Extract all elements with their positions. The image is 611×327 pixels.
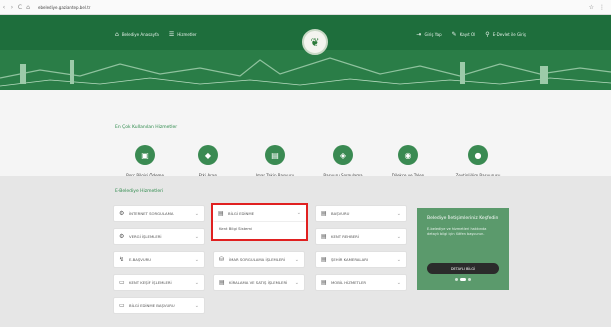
register-link[interactable]: ✎ Kayıt Ol	[452, 31, 476, 38]
promo-title: Belediye İletişimleriniz Keşfedin	[427, 216, 499, 221]
service-dropdown[interactable]: ⚙ VERGİ İŞLEMLERİ ⌄	[113, 228, 205, 245]
pencil-icon: ✎	[451, 30, 457, 38]
menu-icon[interactable]: ⋮	[599, 4, 605, 11]
document-icon: ▤	[321, 256, 327, 263]
home-icon[interactable]: ⌂	[24, 4, 32, 11]
service-dropdown[interactable]: ↯ E-BAŞVURU ⌄	[113, 251, 205, 268]
expanded-service-dropdown[interactable]: ▤ BİLGİ EDİNME ⌄ Kent Bilgi Sistemi	[211, 203, 308, 241]
edevlet-login-link[interactable]: ⚲ E-Devlet ile Giriş	[485, 31, 526, 38]
carousel-dot[interactable]	[468, 278, 471, 281]
chevron-down-icon: ⌄	[396, 210, 401, 217]
service-dropdown-label: VERGİ İŞLEMLERİ	[129, 234, 162, 239]
service-dropdown-label: KİRALAMA VE SATIŞ İŞLEMLERİ	[229, 280, 288, 285]
database-icon: ⛁	[219, 256, 225, 263]
login-icon: ⇥	[416, 30, 422, 38]
reload-icon[interactable]: C	[16, 4, 24, 11]
service-dropdown[interactable]: ▤ ŞEHİR KAMERALARI ⌄	[315, 251, 407, 268]
diamond-icon: ◆	[198, 145, 218, 165]
site-header: ⌂ Belediye Anasayfa ☰ Hizmetler ⇥ Giriş …	[0, 15, 611, 90]
address-bar[interactable]: ebelediye.gaziantep.bel.tr	[38, 5, 589, 10]
service-dropdown[interactable]: ▭ BİLGİ EDİNME BAŞVURU ⌄	[113, 297, 205, 314]
document-icon: ▤	[321, 210, 327, 217]
chevron-down-icon: ⌄	[194, 279, 199, 286]
popular-service-item[interactable]: ▣ Borç Bilgisi Ödeme	[110, 145, 180, 178]
search-icon: ◈	[333, 145, 353, 165]
chevron-down-icon: ⌄	[194, 233, 199, 240]
service-dropdown-label: KENT REHBERİ	[331, 234, 359, 239]
login-link-label: Giriş Yap	[424, 31, 442, 37]
home-link-label: Belediye Anasayfa	[121, 31, 159, 37]
carousel-dot[interactable]	[455, 278, 458, 281]
services-link-label: Hizmetler	[177, 31, 197, 37]
service-dropdown-label: ŞEHİR KAMERALARI	[331, 257, 368, 262]
services-link[interactable]: ☰ Hizmetler	[169, 31, 197, 38]
register-link-label: Kayıt Ol	[459, 31, 476, 37]
chevron-down-icon: ⌄	[194, 256, 199, 263]
skyline-illustration	[0, 50, 611, 90]
olive-icon: ●	[468, 145, 488, 165]
promo-card: Belediye İletişimleriniz Keşfedin E-bele…	[417, 208, 509, 290]
document-icon: ▤	[265, 145, 285, 165]
popular-service-item[interactable]: ◆ Etki Arası	[173, 145, 243, 178]
service-dropdown[interactable]: ⚙ İNTERNET SORGULAMA ⌄	[113, 205, 205, 222]
document-icon: ▤	[321, 233, 327, 240]
ebelediye-services-title: E-Belediye Hizmetleri	[115, 189, 164, 194]
chevron-down-icon: ⌄	[396, 233, 401, 240]
bookmark-icon[interactable]: ☆	[589, 4, 594, 11]
login-link[interactable]: ⇥ Giriş Yap	[416, 31, 441, 38]
service-dropdown[interactable]: ▭ KENT KEŞİF İŞLEMLERİ ⌄	[113, 274, 205, 291]
document-icon: ▤	[219, 279, 225, 286]
chevron-down-icon: ⌄	[296, 210, 301, 216]
folder-icon: ▭	[119, 302, 125, 309]
carousel-dot-active[interactable]	[460, 278, 466, 281]
bolt-icon: ↯	[119, 256, 125, 263]
service-dropdown-label: BAŞVURU	[331, 211, 350, 216]
service-dropdown[interactable]: ▤ KİRALAMA VE SATIŞ İŞLEMLERİ ⌄	[213, 274, 305, 291]
service-dropdown-label: KENT KEŞİF İŞLEMLERİ	[129, 280, 172, 285]
service-dropdown-label: MOBİL HİZMETLER	[331, 280, 367, 285]
folder-icon: ▭	[119, 279, 125, 286]
popular-service-item[interactable]: ◈ Başvuru Sorgulama	[308, 145, 378, 178]
service-dropdown[interactable]: ⛁ İMAR SORGULAMA İŞLEMLERİ ⌄	[213, 251, 305, 268]
chevron-down-icon: ⌄	[294, 256, 299, 263]
service-dropdown-label: BİLGİ EDİNME	[228, 210, 255, 216]
service-dropdown-label: BİLGİ EDİNME BAŞVURU	[129, 303, 175, 308]
browser-toolbar: ‹ › C ⌂ ebelediye.gaziantep.bel.tr ☆ ⋮	[0, 0, 611, 15]
service-dropdown[interactable]: ▤ BİLGİ EDİNME ⌄	[213, 205, 306, 222]
chevron-down-icon: ⌄	[294, 279, 299, 286]
service-dropdown-label: İMAR SORGULAMA İŞLEMLERİ	[229, 257, 286, 262]
service-dropdown-label: İNTERNET SORGULAMA	[129, 211, 174, 216]
petition-icon: ◉	[398, 145, 418, 165]
service-dropdown[interactable]: ▤ MOBİL HİZMETLER ⌄	[315, 274, 407, 291]
popular-service-item[interactable]: ▤ Imar Takip Başvuru	[240, 145, 310, 178]
document-icon: ▤	[218, 209, 224, 217]
service-dropdown[interactable]: ▤ KENT REHBERİ ⌄	[315, 228, 407, 245]
edevlet-link-label: E-Devlet ile Giriş	[492, 31, 526, 37]
ebelediye-services-panel	[0, 176, 611, 327]
service-dropdown-label: E-BAŞVURU	[129, 257, 152, 262]
chevron-down-icon: ⌄	[194, 302, 199, 309]
list-icon: ☰	[168, 30, 175, 38]
chevron-down-icon: ⌄	[396, 279, 401, 286]
promo-details-button[interactable]: DETAYLI BİLGİ	[427, 263, 499, 274]
municipality-logo[interactable]: ❦	[302, 29, 328, 55]
home-page-icon: ⌂	[115, 30, 119, 38]
forward-icon[interactable]: ›	[8, 4, 16, 11]
document-icon: ▤	[321, 279, 327, 286]
popular-services-title: En Çok Kullanılan Hizmetler	[115, 125, 178, 130]
back-icon[interactable]: ‹	[0, 4, 8, 11]
key-icon: ⚲	[485, 30, 490, 38]
gear-icon: ⚙	[119, 210, 125, 217]
popular-service-item[interactable]: ● Zeytinliğim Başvurusu	[443, 145, 513, 178]
promo-description: E-belediye ve hizmetleri hakkında detayl…	[427, 227, 487, 236]
gear-icon: ⚙	[119, 233, 125, 240]
popular-service-item[interactable]: ◉ Dilekçe ve Talep	[373, 145, 443, 178]
home-link[interactable]: ⌂ Belediye Anasayfa	[115, 31, 159, 38]
chevron-down-icon: ⌄	[396, 256, 401, 263]
service-dropdown[interactable]: ▤ BAŞVURU ⌄	[315, 205, 407, 222]
carousel-dots[interactable]	[417, 278, 509, 281]
payment-icon: ▣	[135, 145, 155, 165]
dropdown-option[interactable]: Kent Bilgi Sistemi	[213, 222, 306, 235]
chevron-down-icon: ⌄	[194, 210, 199, 217]
